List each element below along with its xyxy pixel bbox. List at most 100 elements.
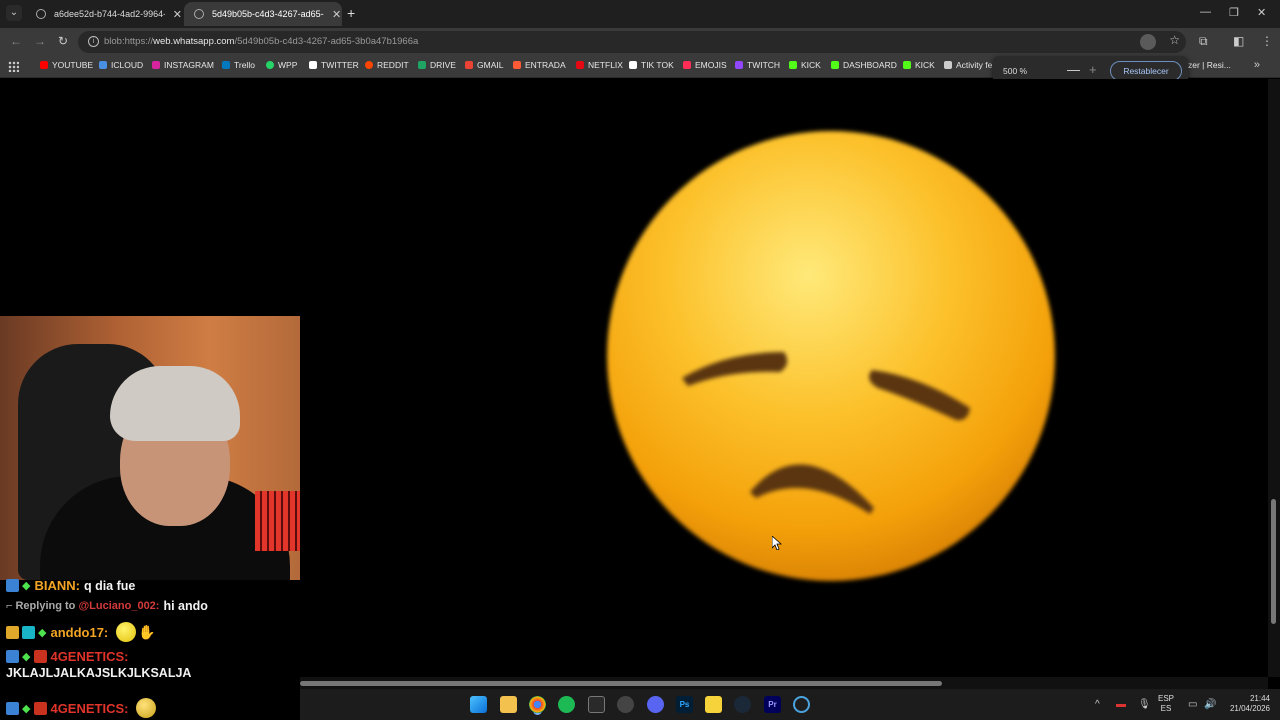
extensions-icon[interactable]: ⧉ (1199, 34, 1208, 49)
steam-icon[interactable] (734, 696, 751, 713)
bookmark-label: ICLOUD (111, 60, 144, 70)
capcut-icon[interactable] (793, 696, 810, 713)
discord-icon[interactable] (647, 696, 664, 713)
microphone-icon[interactable]: 🎙 (1138, 699, 1151, 710)
photoshop-icon[interactable]: Ps (676, 696, 693, 713)
volume-icon[interactable]: 🔊 (1204, 699, 1216, 710)
bookmark-twitter[interactable]: TWITTER (309, 60, 359, 70)
vertical-scroll-thumb[interactable] (1271, 499, 1276, 624)
disappointed-face-emoji-image (606, 130, 1056, 582)
horizontal-scrollbar[interactable] (300, 677, 1268, 689)
bookmark-netflix[interactable]: NETFLIX (576, 60, 623, 70)
bookmark-wpp[interactable]: WPP (266, 60, 297, 70)
zoom-in-button[interactable]: + (1089, 62, 1097, 77)
webcam-overlay (0, 316, 300, 580)
close-window-icon[interactable]: ✕ (1257, 6, 1266, 19)
back-icon[interactable]: ← (10, 34, 22, 48)
bookmark-label: NETFLIX (588, 60, 623, 70)
bookmark-label: Activity fe (956, 60, 993, 70)
spotify-icon[interactable] (558, 696, 575, 713)
restore-icon[interactable]: ❐ (1229, 6, 1239, 19)
bookmark-label: TWITCH (747, 60, 781, 70)
bookmark-trello[interactable]: Trello (222, 60, 255, 70)
chrome-icon[interactable] (529, 696, 546, 713)
bookmark-label: EMOJIS (695, 60, 727, 70)
app-icon[interactable] (588, 696, 605, 713)
language-indicator[interactable]: ESP ES (1158, 694, 1174, 714)
crown-badge-icon (6, 625, 19, 639)
network-icon[interactable]: ▭ (1188, 699, 1197, 710)
bookmark-reddit[interactable]: REDDIT (365, 60, 409, 70)
profile-icon[interactable]: ◧ (1233, 34, 1244, 48)
subscriber-badge-icon (34, 650, 48, 663)
premiere-icon[interactable]: Pr (764, 696, 781, 713)
bookmark-label: TIK TOK (641, 60, 674, 70)
bookmark-kick[interactable]: KICK (789, 60, 821, 70)
bookmark-instagram[interactable]: INSTAGRAM (152, 60, 214, 70)
instagram-icon (152, 61, 160, 69)
bookmark-dashboard[interactable]: DASHBOARD (831, 60, 897, 70)
chat-reply-line: ⌐ Replying to @Luciano_002: hi ando (6, 599, 208, 613)
globe-icon (36, 9, 46, 19)
chat-username: BIANN: (34, 578, 80, 593)
subscriber-badge-icon (34, 701, 48, 715)
kick-icon (903, 61, 911, 69)
bookmark-icloud[interactable]: ICLOUD (99, 60, 143, 70)
site-info-icon[interactable]: i (88, 36, 99, 47)
tray-app-icon[interactable]: ▬ (1116, 699, 1126, 710)
clock[interactable]: 21:44 21/04/2026 (1224, 694, 1270, 714)
mouse-cursor-icon (772, 536, 782, 550)
bookmark-gmail[interactable]: GMAIL (465, 60, 503, 70)
more-bookmarks-icon[interactable]: » (1254, 59, 1260, 71)
menu-icon[interactable]: ⋮ (1261, 34, 1273, 48)
show-hidden-icons-icon[interactable]: ^ (1095, 699, 1100, 710)
bookmark-label: GMAIL (477, 60, 504, 70)
forward-icon[interactable]: → (34, 34, 46, 48)
obs-icon[interactable] (617, 696, 634, 713)
bookmark-entrada[interactable]: ENTRADA (513, 60, 566, 70)
new-tab-icon[interactable]: + (347, 5, 355, 21)
bookmark-twitch[interactable]: TWITCH (735, 60, 780, 70)
minimize-icon[interactable]: — (1200, 6, 1211, 18)
reset-zoom-button[interactable]: Restablecer (1110, 61, 1182, 81)
bookmark-kick-2[interactable]: KICK (903, 60, 935, 70)
url-host: web.whatsapp.com (153, 36, 235, 47)
tab-2[interactable]: 5d49b05b-c4d3-4267-ad65-3b ✕ (184, 2, 342, 26)
address-bar[interactable]: i blob:https://web.whatsapp.com/5d49b05b… (78, 31, 1186, 53)
file-explorer-icon[interactable] (500, 696, 517, 713)
apps-grid-icon[interactable] (8, 61, 19, 72)
bookmark-activity[interactable]: Activity fe (944, 60, 992, 70)
zoom-out-button[interactable]: — (1067, 62, 1080, 77)
zoom-icon[interactable] (1140, 34, 1156, 50)
twitch-icon (735, 61, 743, 69)
emoji-face (607, 131, 1055, 581)
close-tab-icon[interactable]: ✕ (332, 8, 341, 21)
tab-strip: ⌄ a6dee52d-b744-4ad2-9964-82 ✕ 5d49b05b-… (0, 0, 1280, 28)
bookmark-emojis[interactable]: EMOJIS (683, 60, 727, 70)
bookmark-resi[interactable]: zer | Resi... (1188, 60, 1231, 70)
vertical-scrollbar[interactable] (1268, 79, 1280, 677)
prime-badge-icon (6, 650, 19, 663)
drive-icon (418, 61, 426, 69)
bookmark-tiktok[interactable]: TIK TOK (629, 60, 674, 70)
reply-prefix: Replying to (15, 600, 79, 612)
bookmark-youtube[interactable]: YOUTUBE (40, 60, 93, 70)
url-scheme: blob:https:// (104, 36, 154, 47)
sticky-notes-icon[interactable] (705, 696, 722, 713)
anchor-icon (944, 61, 952, 69)
bookmark-drive[interactable]: DRIVE (418, 60, 456, 70)
close-tab-icon[interactable]: ✕ (173, 8, 182, 21)
bookmark-label: DRIVE (430, 60, 456, 70)
url-text[interactable]: blob:https://web.whatsapp.com/5d49b05b-c… (104, 36, 418, 47)
bookmark-label: INSTAGRAM (164, 60, 214, 70)
reload-icon[interactable]: ↻ (58, 34, 68, 48)
horizontal-scroll-thumb[interactable] (300, 681, 942, 686)
bookmark-star-icon[interactable]: ☆ (1169, 33, 1180, 47)
chat-message: ◆ 4GENETICS: (6, 649, 132, 664)
youtube-icon (40, 61, 48, 69)
wave-emote-icon: ✋ (138, 623, 156, 640)
tab-search-chevron-icon[interactable]: ⌄ (6, 5, 22, 21)
bookmark-label: WPP (278, 60, 298, 70)
windows-start-icon[interactable] (470, 696, 487, 713)
tab-1[interactable]: a6dee52d-b744-4ad2-9964-82 ✕ (26, 2, 182, 26)
